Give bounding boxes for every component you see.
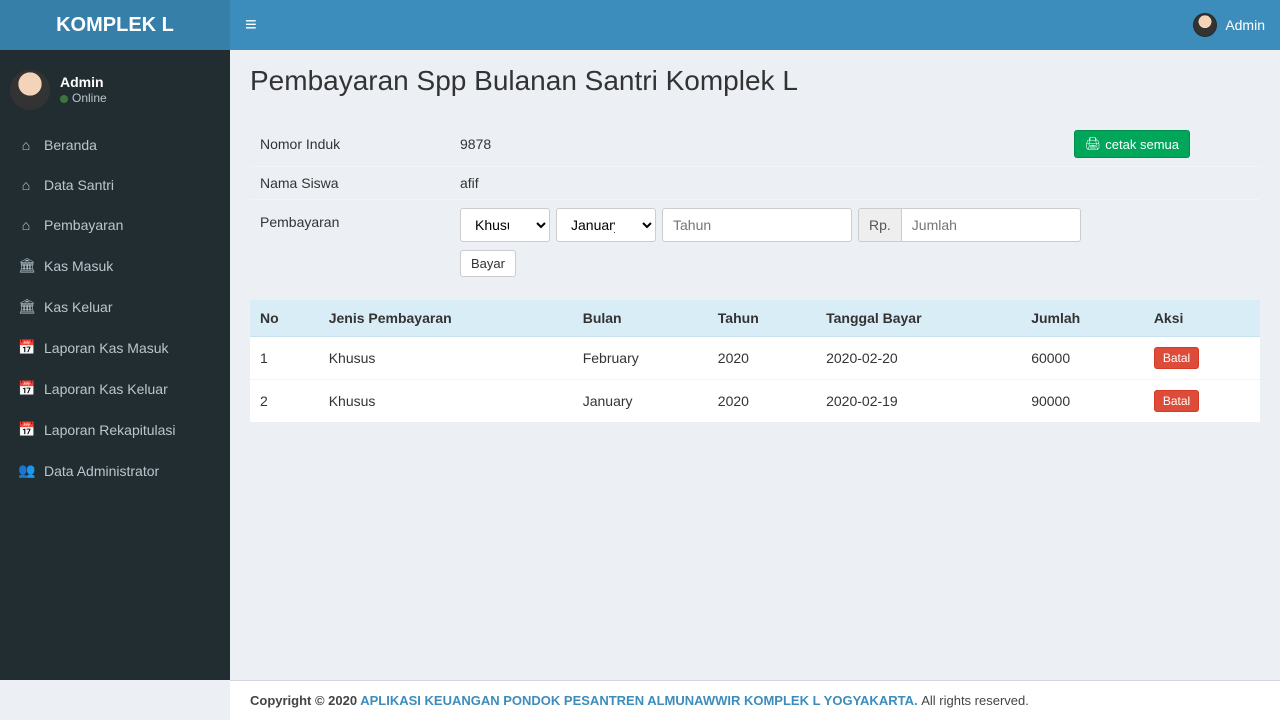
menu-icon: 📅: [18, 380, 34, 397]
sidebar-item-0[interactable]: ⌂ Beranda: [0, 125, 230, 165]
sidebar-item-label: Data Administrator: [44, 463, 159, 479]
table-header: Jenis Pembayaran: [319, 300, 573, 337]
label-pembayaran: Pembayaran: [250, 200, 450, 286]
user-status: Online: [60, 91, 107, 107]
brand-logo[interactable]: KOMPLEK L: [0, 0, 230, 50]
table-row: 2 Khusus January 2020 2020-02-19 90000 B…: [250, 380, 1260, 423]
sidebar-item-label: Laporan Kas Masuk: [44, 340, 169, 356]
menu-icon: ⌂: [18, 217, 34, 233]
sidebar-item-label: Kas Masuk: [44, 258, 113, 274]
jenis-select[interactable]: Khusus: [460, 208, 550, 242]
cetak-semua-button[interactable]: 🖨 cetak semua: [1074, 130, 1190, 158]
sidebar-item-4[interactable]: 🏛 Kas Keluar: [0, 286, 230, 327]
sidebar-item-label: Kas Keluar: [44, 299, 112, 315]
sidebar-item-2[interactable]: ⌂ Pembayaran: [0, 205, 230, 245]
table-header: Aksi: [1144, 300, 1260, 337]
menu-icon: 📅: [18, 339, 34, 356]
status-dot-icon: [60, 95, 68, 103]
hamburger-icon: [245, 15, 261, 36]
value-nama-siswa: afif: [450, 167, 1260, 200]
jumlah-input[interactable]: [901, 208, 1081, 242]
label-nama-siswa: Nama Siswa: [250, 167, 450, 200]
menu-icon: 📅: [18, 421, 34, 438]
batal-button[interactable]: Batal: [1154, 390, 1199, 412]
header-username: Admin: [1225, 17, 1265, 33]
user-panel: Admin Online: [0, 60, 230, 125]
menu-icon: 🏛: [18, 298, 34, 315]
page-title: Pembayaran Spp Bulanan Santri Komplek L: [250, 65, 1260, 97]
table-header: Tanggal Bayar: [816, 300, 1021, 337]
menu-icon: 👥: [18, 462, 34, 479]
rp-addon: Rp.: [858, 208, 901, 242]
table-header: Jumlah: [1021, 300, 1144, 337]
footer-link[interactable]: APLIKASI KEUANGAN PONDOK PESANTREN ALMUN…: [360, 693, 917, 708]
batal-button[interactable]: Batal: [1154, 347, 1199, 369]
avatar: [10, 70, 50, 110]
menu-icon: ⌂: [18, 177, 34, 193]
menu-icon: ⌂: [18, 137, 34, 153]
sidebar-item-label: Data Santri: [44, 177, 114, 193]
table-header: Tahun: [708, 300, 816, 337]
sidebar-item-label: Beranda: [44, 137, 97, 153]
bayar-button[interactable]: Bayar: [460, 250, 516, 277]
sidebar-item-1[interactable]: ⌂ Data Santri: [0, 165, 230, 205]
sidebar-item-5[interactable]: 📅 Laporan Kas Masuk: [0, 327, 230, 368]
sidebar-item-label: Pembayaran: [44, 217, 123, 233]
sidebar-item-6[interactable]: 📅 Laporan Kas Keluar: [0, 368, 230, 409]
sidebar-toggle[interactable]: [245, 15, 261, 36]
user-menu[interactable]: Admin: [1193, 13, 1265, 37]
footer: Copyright © 2020 APLIKASI KEUANGAN PONDO…: [230, 680, 1280, 720]
tahun-input[interactable]: [662, 208, 852, 242]
sidebar-item-label: Laporan Kas Keluar: [44, 381, 168, 397]
table-header: Bulan: [573, 300, 708, 337]
avatar-icon: [1193, 13, 1217, 37]
print-icon: 🖨: [1085, 136, 1102, 152]
sidebar-username: Admin: [60, 73, 107, 91]
sidebar-item-8[interactable]: 👥 Data Administrator: [0, 450, 230, 491]
bulan-select[interactable]: January: [556, 208, 656, 242]
value-nomor-induk: 9878: [450, 122, 1020, 167]
label-nomor-induk: Nomor Induk: [250, 122, 450, 167]
sidebar-item-7[interactable]: 📅 Laporan Rekapitulasi: [0, 409, 230, 450]
menu-icon: 🏛: [18, 257, 34, 274]
sidebar-item-label: Laporan Rekapitulasi: [44, 422, 176, 438]
sidebar-item-3[interactable]: 🏛 Kas Masuk: [0, 245, 230, 286]
table-header: No: [250, 300, 319, 337]
table-row: 1 Khusus February 2020 2020-02-20 60000 …: [250, 337, 1260, 380]
